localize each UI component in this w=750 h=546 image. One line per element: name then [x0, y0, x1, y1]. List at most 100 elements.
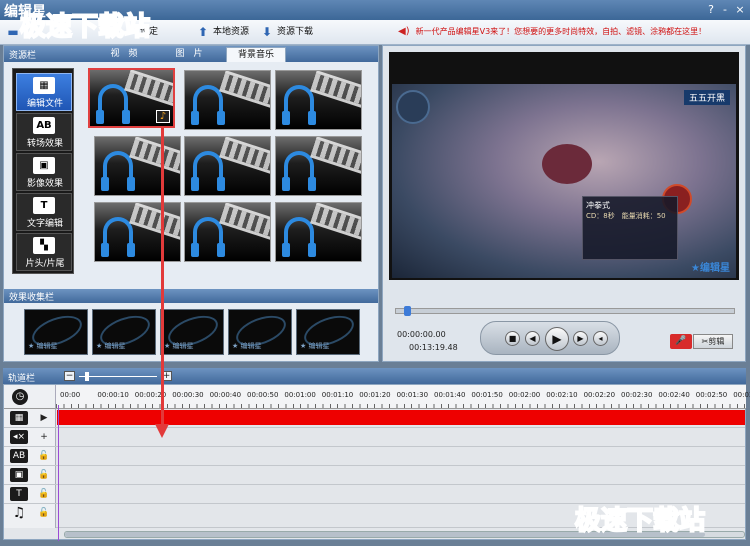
volume-button[interactable]: ◂ — [593, 331, 608, 346]
prev-frame-button[interactable]: ◀ — [525, 331, 540, 346]
record-button[interactable]: 🎤 — [670, 334, 692, 349]
ruler-tick-label: 00:01:10 — [321, 391, 354, 399]
resource-download-button[interactable]: ⬇ 资源下载 — [260, 24, 313, 40]
ab-icon: AB — [10, 449, 28, 463]
site-watermark-bottom: 极速下载站 — [574, 505, 706, 537]
play-track-icon[interactable]: ▶ — [38, 412, 50, 424]
tab-background-music[interactable]: 背景音乐 — [226, 47, 286, 62]
zoom-slider-handle[interactable] — [85, 372, 89, 381]
ruler-tick-label: 00:02:20 — [583, 391, 616, 399]
music-thumbnail[interactable] — [184, 202, 271, 262]
game-logo: 五五开黑 — [683, 90, 730, 105]
ruler-tick-label: 00:00:40 — [209, 391, 242, 399]
film-icon: ▦ — [33, 77, 55, 94]
speaker-icon: ◂ — [598, 334, 603, 343]
effects-icon: ▣ — [10, 468, 28, 482]
local-resources-button[interactable]: ⬆ 本地资源 — [196, 24, 249, 40]
ruler-tick-label: 00:01:20 — [359, 391, 391, 399]
music-thumbnail[interactable] — [94, 202, 181, 262]
close-button[interactable]: × — [734, 3, 746, 16]
effect-slot[interactable]: ★ 编辑星 — [24, 309, 88, 355]
track-panel-header: 轨道栏 − + — [3, 368, 746, 384]
next-frame-button[interactable]: ▶ — [573, 331, 588, 346]
effect-track: ▣ 🔓 — [4, 466, 745, 485]
nav-edit-file[interactable]: ▦ 编辑文件 — [16, 73, 72, 111]
ab-icon: AB — [33, 117, 55, 134]
nav-text-edit[interactable]: T 文字编辑 — [16, 193, 72, 231]
help-button[interactable]: ? — [705, 3, 717, 16]
ruler-tick-label: 00:01:50 — [471, 391, 503, 399]
open-file-button[interactable]: ▬ — [6, 24, 20, 40]
nav-intro-outro[interactable]: ▚ 片头/片尾 — [16, 233, 72, 271]
ruler-tick-label: 00:00:30 — [172, 391, 204, 399]
resource-panel-header: 资源栏 视 频 图 片 背景音乐 — [4, 46, 378, 62]
step-forward-icon: ▶ — [577, 334, 584, 343]
transition-track: AB 🔓 — [4, 447, 745, 466]
site-watermark-top: 极速下载站 — [19, 11, 151, 43]
nav-transition[interactable]: AB 转场效果 — [16, 113, 72, 151]
music-thumbnail[interactable] — [275, 136, 362, 196]
upload-icon: ⬆ — [197, 25, 209, 39]
lock-icon[interactable]: 🔓 — [38, 507, 50, 519]
preview-panel: 五五开黑 冲拳式 CD：8秒 能量消耗：50 ★编辑星 00:00:00.00 … — [382, 45, 746, 362]
clip-button[interactable]: ✂剪辑 — [693, 334, 733, 349]
speaker-icon: ◀) — [398, 26, 410, 37]
track-panel-title: 轨道栏 — [8, 374, 36, 384]
music-note-icon: ♪ — [156, 110, 170, 123]
music-thumbnail[interactable] — [94, 136, 181, 196]
effect-slot[interactable]: ★ 编辑星 — [92, 309, 156, 355]
lock-icon[interactable]: 🔓 — [38, 469, 50, 481]
zoom-out-button[interactable]: − — [64, 371, 75, 381]
add-icon[interactable]: + — [38, 431, 50, 443]
effect-slot[interactable]: ★ 编辑星 — [228, 309, 292, 355]
tab-video[interactable]: 视 频 — [94, 47, 154, 62]
download-icon: ⬇ — [261, 25, 273, 39]
effect-slot[interactable]: ★ 编辑星 — [296, 309, 360, 355]
play-button[interactable]: ▶ — [545, 327, 569, 351]
music-thumbnail[interactable] — [275, 70, 362, 130]
playback-controls: ■ ◀ ▶ ▶ ◂ — [480, 321, 620, 355]
ruler-tick-label: 00:03:00 — [733, 391, 750, 399]
drag-arrow-annotation — [155, 128, 169, 438]
tab-image[interactable]: 图 片 — [159, 47, 219, 62]
video-watermark: ★编辑星 — [691, 263, 730, 274]
resource-panel: 资源栏 视 频 图 片 背景音乐 ▦ 编辑文件 AB 转场效果 ▣ 影像效果 T… — [3, 45, 379, 362]
music-note-icon: ♫ — [12, 505, 26, 521]
video-track: ▦ ▶ — [4, 409, 745, 428]
ruler-tick-label: 00:00 — [60, 391, 81, 399]
lock-icon[interactable]: 🔓 — [38, 488, 50, 500]
resource-panel-title: 资源栏 — [9, 51, 37, 61]
film-icon: ▦ — [10, 411, 28, 425]
seek-bar[interactable] — [395, 306, 735, 316]
play-icon: ▶ — [552, 332, 562, 346]
ruler-tick-label: 00:01:30 — [396, 391, 429, 399]
ruler-tick-label: 00:01:00 — [284, 391, 316, 399]
ruler-tick-label: 00:02:10 — [546, 391, 578, 399]
notice-link[interactable]: ◀) 新一代产品编辑星V3来了！您想要的更多时尚特效，自拍、滤镜、涂鸦都在这里！ — [398, 26, 744, 39]
playhead[interactable] — [58, 405, 59, 541]
skill-tooltip: 冲拳式 CD：8秒 能量消耗：50 — [582, 196, 678, 260]
music-thumbnail[interactable] — [184, 70, 271, 130]
ruler-tick-label: 00:02:50 — [695, 391, 728, 399]
stop-icon: ■ — [508, 334, 517, 343]
text-icon: T — [10, 487, 28, 501]
seek-handle[interactable] — [404, 306, 411, 316]
zoom-slider[interactable] — [79, 376, 157, 377]
video-frame: 五五开黑 冲拳式 CD：8秒 能量消耗：50 ★编辑星 — [392, 84, 736, 278]
lock-icon[interactable]: 🔓 — [38, 450, 50, 462]
video-preview[interactable]: 五五开黑 冲拳式 CD：8秒 能量消耗：50 ★编辑星 — [389, 52, 739, 280]
current-time: 00:00:00.00 — [397, 330, 446, 339]
audio-track: ◂× + — [4, 428, 745, 447]
effect-slot[interactable]: ★ 编辑星 — [160, 309, 224, 355]
minimize-button[interactable]: - — [719, 3, 731, 16]
stop-button[interactable]: ■ — [505, 331, 520, 346]
side-nav: ▦ 编辑文件 AB 转场效果 ▣ 影像效果 T 文字编辑 ▚ 片头/片尾 — [12, 68, 74, 274]
music-thumbnail[interactable] — [275, 202, 362, 262]
nav-image-effects[interactable]: ▣ 影像效果 — [16, 153, 72, 191]
arrow-down-icon — [155, 424, 169, 438]
blocks-icon: ▚ — [33, 237, 55, 254]
music-thumbnail[interactable] — [184, 136, 271, 196]
music-thumbnail[interactable]: ♪ — [88, 68, 175, 128]
ruler-tick-label: 00:02:30 — [621, 391, 653, 399]
ruler-tick-label: 00:02:40 — [658, 391, 690, 399]
